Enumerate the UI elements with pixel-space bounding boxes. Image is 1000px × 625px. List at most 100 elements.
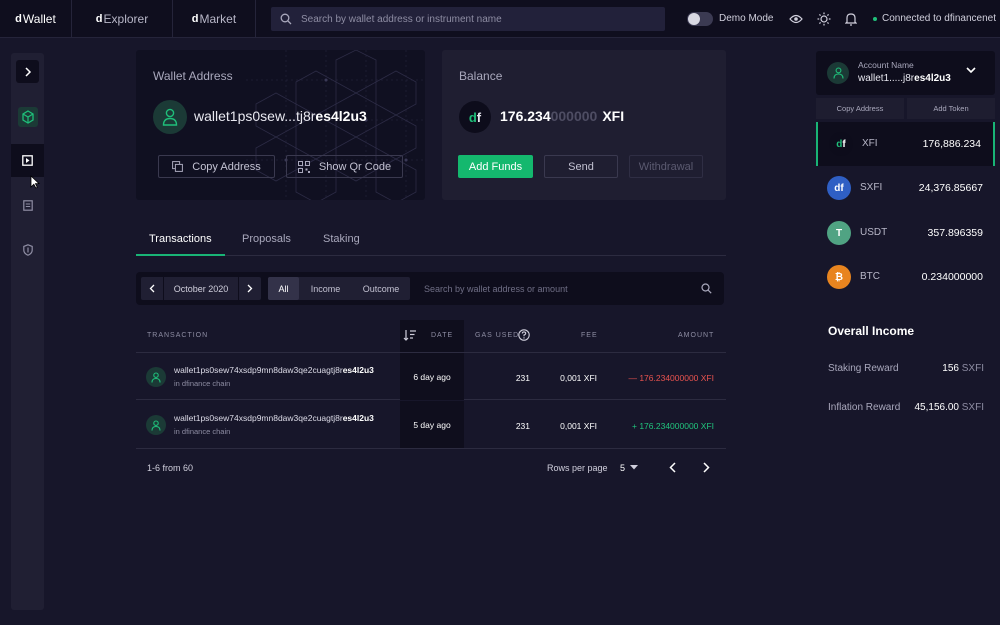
global-search-input[interactable]: Search by wallet address or instrument n…: [271, 7, 665, 31]
tab-prefix: d: [15, 12, 22, 25]
token-row-xfi[interactable]: df XFI 176,886.234: [816, 122, 995, 166]
balance-title: Balance: [459, 69, 503, 83]
wallet-address-suffix: es4l2u3: [315, 108, 367, 124]
header-amount: AMOUNT: [678, 332, 715, 339]
wallet-address-prefix: wallet1ps0sew...tj8r: [194, 108, 316, 124]
account-name: wallet1.....j8res4l2u3: [858, 73, 951, 84]
expand-sidebar-button[interactable]: [16, 60, 39, 83]
address-prefix: wallet1ps0sew74xsdp9mn8daw3qe2cuagtj8r: [174, 365, 343, 375]
dfinance-logo-icon: df: [459, 101, 491, 133]
tab-explorer[interactable]: d Explorer: [72, 0, 173, 38]
wallet-nav-icon[interactable]: [11, 144, 44, 177]
filter-income[interactable]: Income: [299, 277, 352, 300]
income-unit: SXFI: [961, 363, 984, 374]
table-header: TRANSACTION DATE GAS USED FEE AMOUNT: [136, 320, 726, 352]
table-row[interactable]: wallet1ps0sew74xsdp9mn8daw3qe2cuagtj8res…: [136, 352, 726, 400]
copy-address-button[interactable]: Copy Address: [816, 98, 904, 119]
add-funds-button[interactable]: Add Funds: [458, 155, 533, 178]
help-icon[interactable]: [518, 329, 530, 341]
header-gas-used: GAS USED: [475, 332, 520, 339]
pagination: 1-6 from 60 Rows per page 5: [136, 458, 726, 478]
income-value: 45,156.00 SXFI: [914, 402, 984, 413]
transaction-amount: + 176.234000000 XFI: [632, 421, 714, 431]
cube-icon[interactable]: [11, 100, 44, 133]
search-icon[interactable]: [701, 283, 712, 294]
demo-mode-toggle[interactable]: [687, 12, 713, 26]
transaction-search-input[interactable]: Search by wallet address or amount: [424, 284, 568, 294]
chevron-down-icon[interactable]: [630, 465, 638, 470]
transaction-fee: 0,001 XFI: [560, 373, 597, 383]
page-count: 1-6 from 60: [147, 463, 194, 473]
transaction-amount: — 176.234000000 XFI: [628, 373, 714, 383]
income-unit: SXFI: [961, 402, 984, 413]
token-row-usdt[interactable]: T USDT 357.896359: [816, 211, 995, 255]
next-page-button[interactable]: [703, 462, 710, 473]
rows-per-page-select[interactable]: 5: [620, 463, 625, 473]
xfi-logo-icon: df: [829, 132, 853, 156]
header-date[interactable]: DATE: [431, 332, 453, 339]
table-row[interactable]: wallet1ps0sew74xsdp9mn8daw3qe2cuagtj8res…: [136, 401, 726, 449]
logo-f: f: [476, 109, 482, 125]
sun-icon[interactable]: [816, 11, 832, 27]
header-transaction: TRANSACTION: [147, 332, 209, 339]
token-name: BTC: [860, 271, 880, 282]
token-row-sxfi[interactable]: df SXFI 24,376.85667: [816, 166, 995, 210]
account-suffix: es4l2u3: [914, 73, 951, 84]
tab-wallet[interactable]: d Wallet: [0, 0, 72, 38]
eye-icon[interactable]: [788, 11, 804, 27]
income-amount: 156: [942, 363, 959, 374]
sort-icon[interactable]: [403, 329, 417, 341]
send-button[interactable]: Send: [544, 155, 618, 178]
avatar: [827, 62, 849, 84]
bell-icon[interactable]: [843, 11, 859, 27]
tab-prefix: d: [95, 12, 103, 25]
tab-label: Explorer: [103, 11, 149, 26]
overall-income-title: Overall Income: [828, 324, 915, 338]
prev-page-button[interactable]: [669, 462, 676, 473]
prev-month-button[interactable]: [141, 277, 163, 300]
income-row-inflation: Inflation Reward 45,156.00 SXFI: [828, 402, 984, 416]
tab-prefix: d: [191, 12, 199, 25]
active-tab-indicator: [136, 254, 225, 256]
copy-address-button[interactable]: Copy Address: [158, 155, 275, 178]
tab-staking[interactable]: Staking: [323, 233, 360, 245]
token-name: SXFI: [860, 182, 883, 193]
shield-icon[interactable]: [11, 233, 44, 266]
usdt-logo-icon: T: [827, 221, 851, 245]
filter-outcome[interactable]: Outcome: [352, 277, 410, 300]
balance-currency: XFI: [602, 108, 625, 124]
token-row-btc[interactable]: ₿ BTC 0.234000000: [816, 255, 995, 299]
filter-all[interactable]: All: [268, 277, 299, 300]
selected-month[interactable]: October 2020: [163, 277, 239, 300]
account-selector[interactable]: Account Name wallet1.....j8res4l2u3: [816, 51, 995, 95]
show-qr-button[interactable]: Show Qr Code: [286, 155, 403, 178]
transaction-filter-bar: October 2020 All Income Outcome Search b…: [136, 272, 724, 305]
avatar: [146, 415, 166, 435]
add-token-button[interactable]: Add Token: [907, 98, 995, 119]
balance-main: 176.234: [500, 108, 551, 124]
balance-value: 176.234000000 XFI: [500, 108, 624, 124]
token-name: USDT: [860, 227, 888, 238]
tab-market[interactable]: d Market: [173, 0, 256, 38]
show-qr-label: Show Qr Code: [318, 160, 392, 173]
transaction-date: 5 day ago: [400, 401, 464, 448]
transaction-chain: in dfinance chain: [174, 379, 231, 388]
tab-proposals[interactable]: Proposals: [242, 233, 291, 245]
btc-logo-icon: ₿: [827, 265, 851, 289]
mouse-cursor-icon: [30, 175, 41, 194]
token-value: 176,886.234: [922, 138, 981, 150]
tab-transactions[interactable]: Transactions: [149, 233, 212, 245]
connection-status-dot: [873, 17, 877, 21]
sxfi-logo-icon: df: [827, 176, 851, 200]
withdrawal-button[interactable]: Withdrawal: [629, 155, 703, 178]
avatar: [153, 100, 187, 134]
income-value: 156 SXFI: [942, 363, 984, 374]
income-label: Staking Reward: [828, 363, 899, 374]
chevron-down-icon[interactable]: [966, 67, 976, 74]
tab-label: Wallet: [22, 11, 56, 26]
next-month-button[interactable]: [239, 277, 261, 300]
transaction-date: 6 day ago: [400, 353, 464, 400]
header-fee: FEE: [581, 332, 598, 339]
search-icon: [271, 13, 301, 25]
toggle-knob: [688, 13, 700, 25]
